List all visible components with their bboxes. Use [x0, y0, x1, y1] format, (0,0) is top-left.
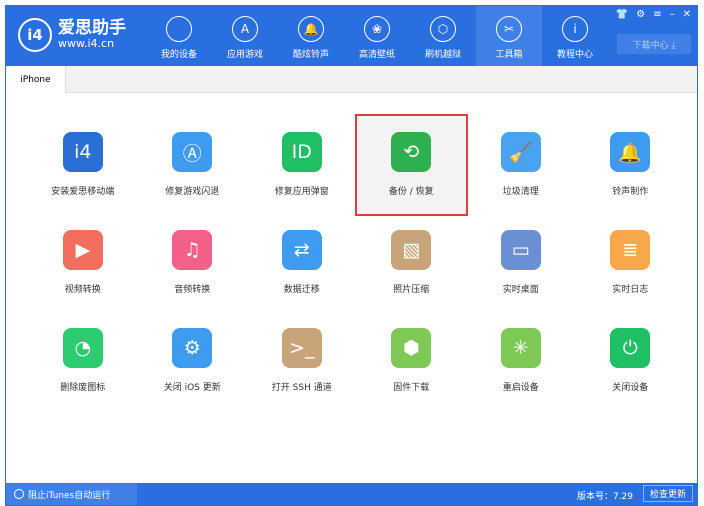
tool-item[interactable]: ▧ 照片压缩	[357, 214, 467, 312]
tool-icon: ▧	[391, 230, 432, 270]
download-center-button[interactable]: 下载中心 ⤓	[617, 34, 691, 54]
main-nav: 我的设备 A 应用游戏 🔔 酷炫铃声 ❀ 高清壁纸 ⬡ 刷机越狱 ✂ 工具箱 i 教程中心	[146, 6, 608, 66]
tool-icon: 🧹	[500, 132, 541, 172]
tool-icon: ◔	[62, 328, 103, 368]
tool-label: 数据迁移	[283, 285, 320, 295]
check-update-button[interactable]: 检查更新	[643, 485, 693, 502]
device-tabbar: iPhone	[6, 66, 697, 93]
nav-label: 酷炫铃声	[292, 50, 329, 60]
nav-label: 高清壁纸	[358, 50, 395, 60]
tool-item[interactable]: ✳ 重启设备	[466, 312, 576, 410]
tool-label: 实时桌面	[502, 285, 539, 295]
nav-item-5[interactable]: ✂ 工具箱	[476, 6, 542, 66]
tool-item[interactable]: ⟲ 备份 / 恢复	[354, 114, 468, 216]
logo-icon: i4	[18, 18, 52, 52]
nav-label: 教程中心	[556, 50, 593, 60]
tool-item[interactable]: ◔ 删除废图标	[28, 312, 138, 410]
tool-icon: ▭	[500, 230, 541, 270]
tool-label: 固件下载	[393, 383, 430, 393]
tool-label: 安装爱思移动端	[51, 187, 115, 197]
tool-icon: 🔔	[610, 132, 651, 172]
nav-icon: ❀	[364, 16, 390, 42]
block-itunes-label: 阻止iTunes自动运行	[28, 490, 111, 501]
tool-label: 关闭设备	[612, 383, 649, 393]
nav-icon: ⬡	[430, 16, 456, 42]
tool-label: 修复游戏闪退	[165, 187, 220, 197]
close-icon[interactable]: ✕	[683, 9, 691, 20]
nav-item-2[interactable]: 🔔 酷炫铃声	[278, 6, 344, 66]
settings-icon[interactable]: ⚙	[636, 9, 645, 20]
tool-icon: ⟲	[391, 132, 432, 172]
tool-icon: ⬢	[391, 328, 432, 368]
tool-item[interactable]: ⏻ 关闭设备	[576, 312, 686, 410]
tool-label: 打开 SSH 通道	[271, 383, 332, 393]
nav-item-1[interactable]: A 应用游戏	[212, 6, 278, 66]
tab-iphone[interactable]: iPhone	[6, 66, 66, 93]
tool-item[interactable]: ⚙ 关闭 iOS 更新	[138, 312, 248, 410]
tool-item[interactable]: ▭ 实时桌面	[466, 214, 576, 312]
tool-label: 重启设备	[502, 383, 539, 393]
tool-label: 铃声制作	[612, 187, 649, 197]
tool-item[interactable]: ♫ 音频转换	[138, 214, 248, 312]
radio-icon	[14, 489, 24, 499]
tool-item[interactable]: ≣ 实时日志	[576, 214, 686, 312]
tool-label: 视频转换	[64, 285, 101, 295]
tool-icon: ✳	[500, 328, 541, 368]
app-window: i4 爱思助手 www.i4.cn 我的设备 A 应用游戏 🔔 酷炫铃声 ❀ 高清壁纸 ⬡ 刷机…	[5, 5, 698, 506]
tool-icon: ⚙	[172, 328, 213, 368]
menu-icon[interactable]: ≡	[653, 9, 661, 20]
tool-item[interactable]: ⬢ 固件下载	[357, 312, 467, 410]
tool-icon: ♫	[172, 230, 213, 270]
tool-label: 音频转换	[174, 285, 211, 295]
nav-label: 工具箱	[495, 50, 523, 60]
tool-item[interactable]: 🔔 铃声制作	[576, 116, 686, 214]
nav-label: 应用游戏	[226, 50, 263, 60]
tool-label: 修复应用弹窗	[274, 187, 329, 197]
tool-item[interactable]: >_ 打开 SSH 通道	[247, 312, 357, 410]
nav-icon: 🔔	[298, 16, 324, 42]
tool-item[interactable]: ▶ 视频转换	[28, 214, 138, 312]
skin-icon[interactable]: 👕	[616, 9, 628, 20]
nav-icon	[166, 16, 192, 42]
nav-icon: i	[562, 16, 588, 42]
tool-item[interactable]: ⇄ 数据迁移	[247, 214, 357, 312]
status-bar: 阻止iTunes自动运行 版本号：7.29 检查更新	[6, 483, 697, 505]
nav-item-4[interactable]: ⬡ 刷机越狱	[410, 6, 476, 66]
tool-label: 实时日志	[612, 285, 649, 295]
minimize-icon[interactable]: –	[670, 9, 675, 20]
tools-grid: i4 安装爱思移动端 Ⓐ 修复游戏闪退 ID 修复应用弹窗 ⟲ 备份 / 恢复 🧹 垃圾清理 🔔 铃声…	[28, 114, 686, 410]
window-controls: 👕 ⚙ ≡ – ✕	[616, 9, 691, 20]
tool-icon: ≣	[610, 230, 651, 270]
tool-icon: >_	[281, 328, 322, 368]
version-label: 版本号：7.29	[576, 492, 633, 502]
header: i4 爱思助手 www.i4.cn 我的设备 A 应用游戏 🔔 酷炫铃声 ❀ 高清壁纸 ⬡ 刷机…	[6, 6, 697, 66]
tool-icon: ⇄	[281, 230, 322, 270]
tool-label: 关闭 iOS 更新	[163, 383, 221, 393]
nav-icon: A	[232, 16, 258, 42]
nav-item-3[interactable]: ❀ 高清壁纸	[344, 6, 410, 66]
app-url: www.i4.cn	[58, 37, 115, 50]
tool-icon: ⏻	[610, 328, 651, 368]
tool-item[interactable]: ID 修复应用弹窗	[247, 116, 357, 214]
tool-item[interactable]: 🧹 垃圾清理	[466, 116, 576, 214]
nav-label: 刷机越狱	[424, 50, 461, 60]
tool-icon: Ⓐ	[172, 132, 213, 172]
nav-label: 我的设备	[160, 50, 197, 60]
logo: i4 爱思助手 www.i4.cn	[18, 18, 126, 52]
tool-label: 垃圾清理	[502, 187, 539, 197]
tool-item[interactable]: Ⓐ 修复游戏闪退	[138, 116, 248, 214]
tool-icon: ID	[281, 132, 322, 172]
tool-label: 照片压缩	[393, 285, 430, 295]
app-title: 爱思助手	[58, 18, 126, 38]
nav-item-0[interactable]: 我的设备	[146, 6, 212, 66]
nav-icon: ✂	[496, 16, 522, 42]
block-itunes-toggle[interactable]: 阻止iTunes自动运行	[6, 483, 137, 505]
tool-label: 备份 / 恢复	[388, 187, 434, 197]
nav-item-6[interactable]: i 教程中心	[542, 6, 608, 66]
tool-item[interactable]: i4 安装爱思移动端	[28, 116, 138, 214]
tool-icon: i4	[62, 132, 103, 172]
tool-label: 删除废图标	[60, 383, 106, 393]
tool-icon: ▶	[62, 230, 103, 270]
